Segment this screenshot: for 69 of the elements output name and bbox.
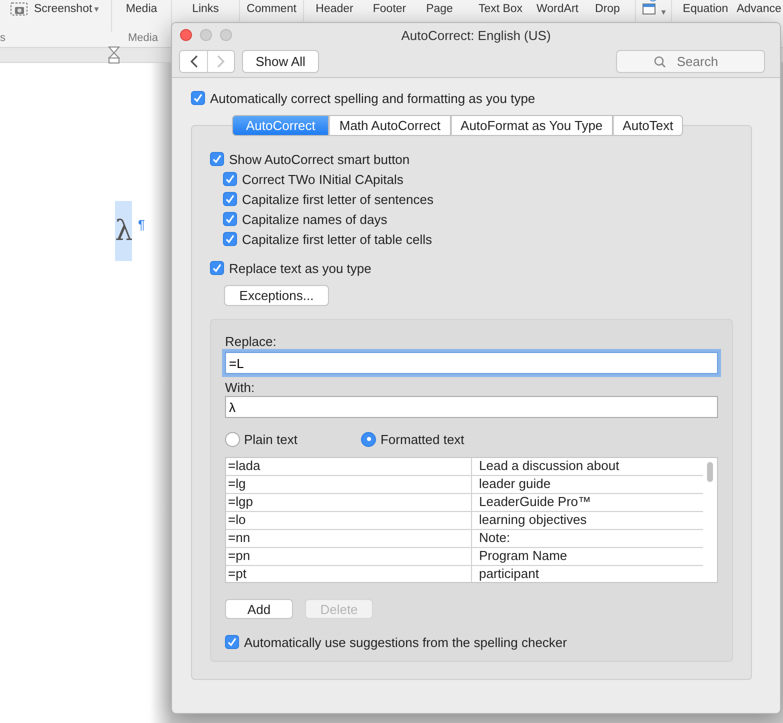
checkbox-label: Automatically use suggestions from the spelling checker: [244, 634, 567, 650]
caret-icon: ▾: [94, 4, 99, 15]
chevron-right-icon: [217, 55, 225, 68]
ribbon-button[interactable]: WordArt: [536, 3, 579, 16]
exceptions-button[interactable]: Exceptions...: [224, 285, 329, 306]
table-cell[interactable]: =pn: [226, 548, 472, 565]
table-cell[interactable]: participant: [472, 566, 703, 582]
ribbon-button[interactable]: Text Box: [466, 3, 535, 16]
window-title: AutoCorrect: English (US): [401, 28, 551, 42]
search-icon: [654, 56, 666, 68]
table-cell[interactable]: leader guide: [472, 476, 703, 493]
ribbon-button[interactable]: Comment: [240, 3, 303, 16]
table-cell[interactable]: LeaderGuide Pro™: [472, 494, 703, 511]
ribbon-button[interactable]: Drop: [580, 3, 635, 16]
indent-marker-icon[interactable]: [108, 46, 120, 64]
table-cell[interactable]: =pt: [226, 566, 472, 582]
radio-button[interactable]: [225, 432, 240, 446]
table-cell[interactable]: =lada: [226, 458, 472, 475]
checkbox-label: Capitalize first letter of sentences: [242, 192, 434, 206]
table-cell[interactable]: =lg: [226, 476, 472, 493]
caret-icon: ▾: [661, 7, 666, 18]
radio-button[interactable]: [361, 432, 376, 446]
checkbox-label: Automatically correct spelling and formatting as you type: [210, 90, 536, 106]
ribbon-button[interactable]: Footer: [366, 3, 413, 16]
checkbox-label: Replace text as you type: [229, 260, 372, 276]
ribbon-button[interactable]: Links: [172, 3, 239, 16]
group-label: Media: [128, 32, 158, 44]
checkbox-label: Show AutoCorrect smart button: [229, 152, 410, 166]
with-field[interactable]: λ: [225, 396, 718, 418]
checkbox[interactable]: [210, 152, 224, 166]
radio-label: Formatted text: [380, 432, 464, 446]
add-button[interactable]: Add: [225, 599, 293, 619]
checkbox[interactable]: [191, 91, 205, 105]
chevron-left-icon: [190, 55, 198, 68]
scrollbar-thumb[interactable]: [707, 462, 713, 482]
group-label: s: [0, 32, 6, 44]
checkbox-label: Capitalize names of days: [242, 212, 388, 226]
table-cell[interactable]: Program Name: [472, 548, 703, 565]
table-cell[interactable]: Lead a discussion about: [472, 458, 703, 475]
replace-field[interactable]: =L: [225, 352, 718, 374]
field-label: Replace:: [225, 334, 278, 350]
checkbox[interactable]: [223, 212, 237, 226]
close-icon[interactable]: [180, 29, 192, 41]
checkbox-label: Correct TWo INitial CApitals: [242, 172, 404, 186]
ribbon-button[interactable]: Page: [414, 3, 465, 16]
table-cell[interactable]: =lo: [226, 512, 472, 529]
ribbon-button[interactable]: Header: [304, 3, 365, 16]
radio-label: Plain text: [244, 432, 298, 446]
table-cell[interactable]: =lgp: [226, 494, 472, 511]
ribbon-button[interactable]: Media: [112, 3, 171, 16]
field-label: With:: [225, 380, 256, 396]
ribbon-button[interactable]: Advance: [736, 3, 782, 16]
table-cell[interactable]: Note:: [472, 530, 703, 547]
selected-text[interactable]: λ: [115, 201, 132, 261]
checkbox[interactable]: [210, 261, 224, 275]
search-field[interactable]: Search: [616, 50, 765, 73]
tab[interactable]: Math AutoCorrect: [329, 115, 451, 136]
table-cell[interactable]: =nn: [226, 530, 472, 547]
checkbox[interactable]: [223, 172, 237, 186]
checkbox[interactable]: [223, 192, 237, 206]
checkbox[interactable]: [223, 232, 237, 246]
tab[interactable]: AutoFormat as You Type: [450, 115, 613, 136]
table-cell[interactable]: learning objectives: [472, 512, 703, 529]
tab[interactable]: AutoText: [612, 115, 684, 136]
checkbox-label: Capitalize first letter of table cells: [242, 232, 432, 246]
checkbox[interactable]: [225, 635, 239, 649]
paragraph-mark: ¶: [138, 217, 145, 232]
ribbon-button[interactable]: Screenshot: [34, 3, 92, 16]
show-all-button[interactable]: Show All: [242, 50, 319, 73]
